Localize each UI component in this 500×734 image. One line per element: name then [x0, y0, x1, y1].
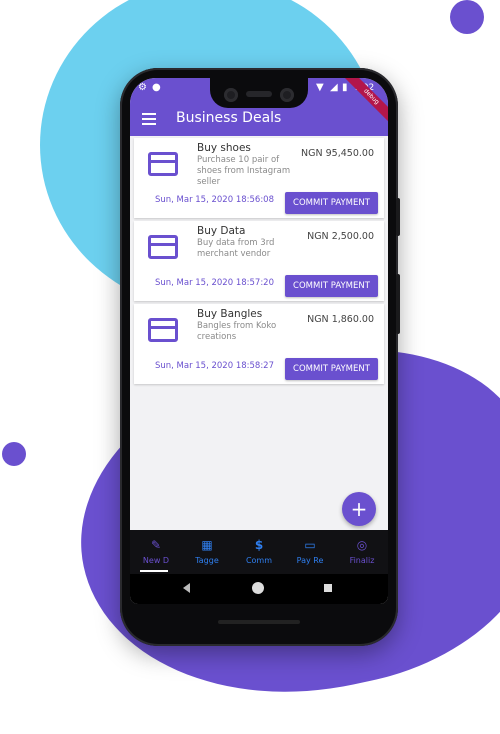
deal-title: Buy Data — [197, 225, 246, 237]
menu-icon[interactable] — [142, 113, 156, 125]
decorative-dot — [450, 0, 484, 34]
phone-frame: ⚙ ● ▼ ◢ ▮ 7:02 debug Business Deals Buy … — [120, 68, 400, 646]
credit-card-icon — [148, 235, 178, 259]
notification-dot-icon: ● — [152, 82, 161, 93]
camera-icon — [224, 88, 238, 102]
deal-amount: NGN 95,450.00 — [301, 148, 374, 159]
deal-date: Sun, Mar 15, 2020 18:58:27 — [154, 361, 274, 371]
dollar-icon: $ — [254, 538, 264, 552]
commit-payment-button[interactable]: COMMIT PAYMENT — [285, 275, 378, 297]
nav-label: Finaliz — [349, 556, 375, 565]
wifi-icon: ▼ — [316, 82, 324, 93]
add-deal-button[interactable]: + — [342, 492, 376, 526]
decorative-dot — [2, 442, 26, 466]
nav-item-tagged[interactable]: ▦ Tagge — [181, 530, 233, 574]
home-icon[interactable] — [252, 582, 264, 594]
credit-card-icon — [148, 318, 178, 342]
nav-item-commit[interactable]: $ Comm — [233, 530, 285, 574]
power-button — [396, 198, 400, 236]
back-icon[interactable] — [183, 583, 190, 593]
deal-card[interactable]: Buy Bangles Bangles from Koko creations … — [134, 304, 384, 384]
nav-item-finalize[interactable]: ◎ Finaliz — [336, 530, 388, 574]
deal-description: Bangles from Koko creations — [197, 321, 277, 342]
bottom-navigation: ✎ New D ▦ Tagge $ Comm ▭ Pay Re ◎ Finali… — [130, 530, 388, 574]
deal-date: Sun, Mar 15, 2020 18:57:20 — [154, 278, 274, 288]
deal-date: Sun, Mar 15, 2020 18:56:08 — [154, 195, 274, 205]
active-tab-indicator — [140, 570, 168, 572]
speaker-grille — [246, 91, 272, 97]
deal-description: Buy data from 3rd merchant vendor — [197, 238, 275, 259]
battery-icon: ▮ — [342, 82, 348, 93]
deal-list: Buy shoes Purchase 10 pair of shoes from… — [134, 138, 384, 387]
volume-button — [396, 274, 400, 334]
deal-description: Purchase 10 pair of shoes from Instagram… — [197, 155, 291, 187]
commit-payment-button[interactable]: COMMIT PAYMENT — [285, 192, 378, 214]
camera-notch — [210, 78, 308, 108]
camera-icon — [280, 88, 294, 102]
deal-card[interactable]: Buy Data Buy data from 3rd merchant vend… — [134, 221, 384, 301]
deal-title: Buy shoes — [197, 142, 251, 154]
phone-screen: ⚙ ● ▼ ◢ ▮ 7:02 debug Business Deals Buy … — [130, 78, 388, 604]
commit-payment-button[interactable]: COMMIT PAYMENT — [285, 358, 378, 380]
signal-icon: ◢ — [330, 82, 338, 93]
credit-card-icon — [148, 152, 178, 176]
system-navigation-bar — [130, 574, 388, 604]
deal-card[interactable]: Buy shoes Purchase 10 pair of shoes from… — [134, 138, 384, 218]
deal-title: Buy Bangles — [197, 308, 263, 320]
fingerprint-icon: ◎ — [356, 538, 368, 552]
nav-label: Comm — [245, 556, 273, 565]
nav-label: Pay Re — [296, 556, 324, 565]
page-title: Business Deals — [176, 110, 282, 126]
deal-amount: NGN 1,860.00 — [307, 314, 374, 325]
pencil-icon: ✎ — [150, 538, 162, 552]
settings-icon: ⚙ — [138, 82, 147, 93]
nav-label: New D — [142, 556, 170, 565]
nav-label: Tagge — [195, 556, 219, 565]
recent-apps-icon[interactable] — [324, 584, 332, 592]
card-icon: ▭ — [304, 538, 316, 552]
building-icon: ▦ — [201, 538, 213, 552]
nav-item-new-deal[interactable]: ✎ New D — [130, 530, 182, 574]
deal-amount: NGN 2,500.00 — [307, 231, 374, 242]
nav-item-pay-request[interactable]: ▭ Pay Re — [284, 530, 336, 574]
bottom-speaker — [218, 620, 300, 624]
